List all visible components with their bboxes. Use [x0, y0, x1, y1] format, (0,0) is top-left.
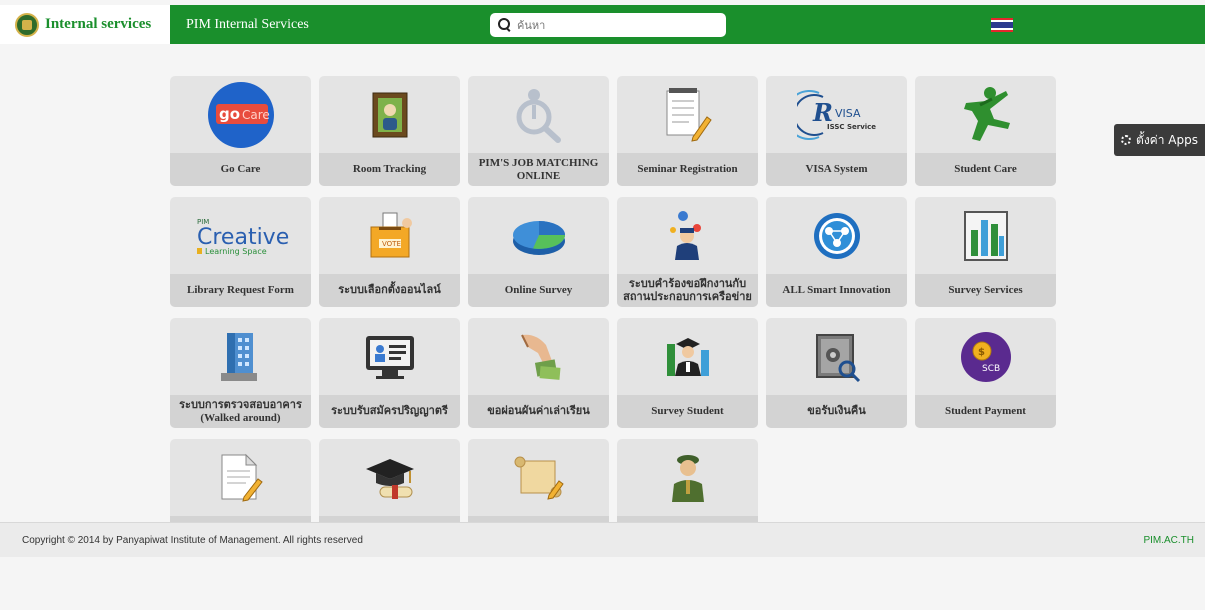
building-icon	[170, 318, 311, 395]
tile-certificate[interactable]	[468, 439, 609, 522]
worker-location-icon	[617, 197, 758, 274]
tile-label: ระบบการตรวจสอบอาคาร (Walked around)	[170, 395, 311, 428]
pim-logo-icon	[15, 12, 39, 37]
soldier-icon	[617, 439, 758, 516]
tile-label: ALL Smart Innovation	[766, 274, 907, 307]
running-person-icon	[915, 76, 1056, 153]
svg-text:$: $	[978, 347, 985, 358]
notepad-pen-icon	[617, 76, 758, 153]
tile-label: Online Survey	[468, 274, 609, 307]
tile-label: Go Care	[170, 153, 311, 186]
tile-student-payment[interactable]: $ SCB Student Payment	[915, 318, 1056, 428]
tile-label: ระบบรับสมัครปริญญาตรี	[319, 395, 460, 428]
graduation-cap-icon	[319, 439, 460, 516]
footer: Copyright © 2014 by Panyapiwat Institute…	[0, 522, 1205, 557]
tile-label: Survey Student	[617, 395, 758, 428]
svg-text:VISA: VISA	[835, 107, 861, 120]
job-search-icon	[468, 76, 609, 153]
search-bar[interactable]	[490, 13, 726, 37]
thai-flag-icon[interactable]	[991, 18, 1013, 32]
safe-icon	[766, 318, 907, 395]
brand[interactable]: Internal services	[0, 5, 170, 44]
tile-survey-student[interactable]: Survey Student	[617, 318, 758, 428]
tile-go-care[interactable]: go Care Go Care	[170, 76, 311, 186]
svg-text:ISSC Service: ISSC Service	[827, 123, 876, 131]
svg-text:Care: Care	[242, 108, 270, 122]
graduate-chart-icon	[617, 318, 758, 395]
handshake-money-icon	[468, 318, 609, 395]
tile-label: PIM'S JOB MATCHING ONLINE	[468, 153, 609, 186]
search-input[interactable]	[517, 18, 707, 32]
tile-label: Student Payment	[915, 395, 1056, 428]
tile-label: Seminar Registration	[617, 153, 758, 186]
tile-bachelor-admission[interactable]: ระบบรับสมัครปริญญาตรี	[319, 318, 460, 428]
gear-icon	[1121, 135, 1132, 145]
top-navbar: Internal services PIM Internal Services	[0, 5, 1205, 44]
tile-label: Student Care	[915, 153, 1056, 186]
app-settings-button[interactable]: ตั้งค่า Apps	[1114, 124, 1205, 156]
tile-all-smart-innovation[interactable]: ALL Smart Innovation	[766, 197, 907, 307]
tile-library-request-form[interactable]: PIM Creative Learning Space Library Reques…	[170, 197, 311, 307]
svg-text:go: go	[219, 105, 240, 123]
tile-seminar-registration[interactable]: Seminar Registration	[617, 76, 758, 186]
scroll-icon	[468, 439, 609, 516]
tile-label: Library Request Form	[170, 274, 311, 307]
tile-label: ขอรับเงินคืน	[766, 395, 907, 428]
app-tiles-grid: go Care Go Care Room Tracking PIM'S JOB M…	[170, 76, 1060, 522]
svg-text:VOTE: VOTE	[382, 240, 401, 248]
tile-survey-services[interactable]: Survey Services	[915, 197, 1056, 307]
svg-text:Learning Space: Learning Space	[205, 247, 267, 256]
tile-online-election[interactable]: VOTE ระบบเลือกตั้งออนไลน์	[319, 197, 460, 307]
picture-frame-icon	[319, 76, 460, 153]
tile-room-tracking[interactable]: Room Tracking	[319, 76, 460, 186]
tile-internship-request[interactable]: ระบบคำร้องขอฝึกงานกับสถานประกอบการเครือข…	[617, 197, 758, 307]
tile-student-care[interactable]: Student Care	[915, 76, 1056, 186]
tile-tuition-deferment[interactable]: ขอผ่อนผันค่าเล่าเรียน	[468, 318, 609, 428]
tile-graduation[interactable]	[319, 439, 460, 522]
svg-text:SCB: SCB	[982, 364, 1000, 374]
app-title[interactable]: PIM Internal Services	[186, 5, 309, 44]
tile-label: Survey Services	[915, 274, 1056, 307]
brand-title: Internal services	[45, 16, 152, 32]
gocare-icon: go Care	[170, 76, 311, 153]
app-settings-label: ตั้งค่า Apps	[1136, 132, 1198, 147]
tile-label: VISA System	[766, 153, 907, 186]
visa-icon: R VISA ISSC Service	[766, 76, 907, 153]
pim-website-link[interactable]: PIM.AC.TH	[1143, 523, 1194, 558]
tile-label: ระบบเลือกตั้งออนไลน์	[319, 274, 460, 307]
document-pen-icon	[170, 439, 311, 516]
tile-label: ขอผ่อนผันค่าเล่าเรียน	[468, 395, 609, 428]
tile-document-form[interactable]	[170, 439, 311, 522]
copyright-text: Copyright © 2014 by Panyapiwat Institute…	[22, 535, 363, 546]
tile-building-inspection[interactable]: ระบบการตรวจสอบอาคาร (Walked around)	[170, 318, 311, 428]
pie-chart-icon	[468, 197, 609, 274]
vote-box-icon: VOTE	[319, 197, 460, 274]
tile-visa-system[interactable]: R VISA ISSC Service VISA System	[766, 76, 907, 186]
bar-chart-icon	[915, 197, 1056, 274]
tile-label: Room Tracking	[319, 153, 460, 186]
tile-online-survey[interactable]: Online Survey	[468, 197, 609, 307]
monitor-profile-icon	[319, 318, 460, 395]
tile-refund-request[interactable]: ขอรับเงินคืน	[766, 318, 907, 428]
tile-label: ระบบคำร้องขอฝึกงานกับสถานประกอบการเครือข…	[617, 274, 758, 307]
search-icon	[498, 18, 512, 32]
creative-learning-icon: PIM Creative Learning Space	[170, 197, 311, 274]
tile-military-service[interactable]	[617, 439, 758, 522]
scb-coin-icon: $ SCB	[915, 318, 1056, 395]
tile-job-matching[interactable]: PIM'S JOB MATCHING ONLINE	[468, 76, 609, 186]
network-people-icon	[766, 197, 907, 274]
